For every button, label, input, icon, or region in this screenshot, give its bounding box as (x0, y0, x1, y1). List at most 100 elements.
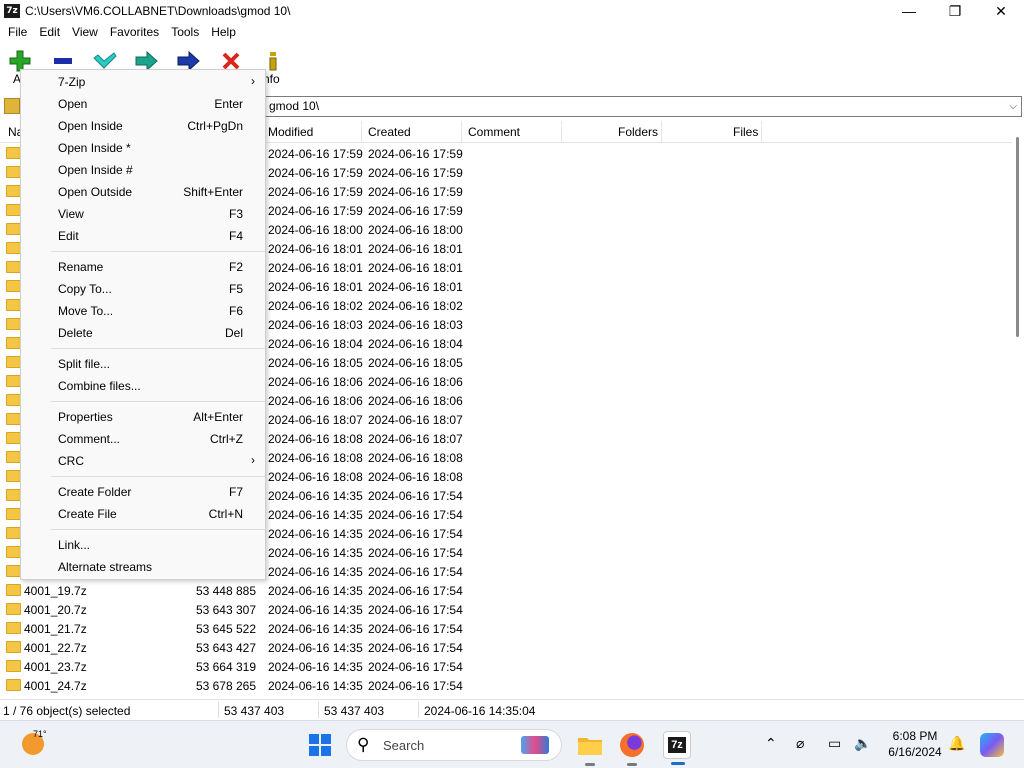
context-item-open-inside[interactable]: Open Inside * (21, 137, 265, 159)
file-size: 53 643 307 (195, 603, 256, 617)
context-item-open-inside[interactable]: Open Inside Ctrl+PgDn (21, 115, 265, 137)
chevron-up-icon[interactable]: ⌃ (765, 735, 777, 752)
context-item-label: Alternate streams (58, 560, 153, 574)
menu-separator (51, 348, 265, 349)
file-modified: 2024-06-16 18:05 (268, 356, 363, 370)
file-modified: 2024-06-16 18:01 (268, 242, 363, 256)
context-item-label: View (58, 207, 84, 221)
table-row[interactable]: 4001_20.7z 53 643 307 2024-06-16 14:35 2024… (0, 601, 1012, 620)
context-item-view[interactable]: View F3 (21, 203, 265, 225)
context-item-label: Create File (58, 507, 117, 521)
close-button[interactable]: ✕ (978, 0, 1024, 22)
taskbar-search[interactable]: ⚲ Search (346, 729, 562, 761)
context-item-edit[interactable]: Edit F4 (21, 225, 265, 247)
column-comment[interactable]: Comment (468, 125, 520, 139)
file-created: 2024-06-16 18:01 (368, 280, 463, 294)
column-modified[interactable]: Modified (268, 125, 313, 139)
column-folders[interactable]: Folders (618, 125, 658, 139)
folder-icon (6, 166, 21, 178)
folder-icon (6, 185, 21, 197)
copilot-icon[interactable] (980, 733, 1004, 757)
column-divider (661, 121, 662, 143)
file-size: 53 448 885 (195, 584, 256, 598)
context-item-label: Open (58, 97, 88, 111)
scrollbar-thumb[interactable] (1016, 137, 1019, 337)
minimize-button[interactable]: — (886, 0, 932, 22)
context-item-alternate-streams[interactable]: Alternate streams (21, 556, 265, 578)
column-files[interactable]: Files (733, 125, 758, 139)
display-icon[interactable]: ▭ (828, 735, 841, 752)
file-modified: 2024-06-16 14:35 (268, 508, 363, 522)
menu-view[interactable]: View (66, 25, 104, 39)
file-created: 2024-06-16 17:59 (368, 166, 463, 180)
file-name: 4001_23.7z (24, 660, 87, 674)
folder-icon (6, 508, 21, 520)
menu-edit[interactable]: Edit (33, 25, 66, 39)
folder-icon (6, 603, 21, 615)
folder-icon (6, 204, 21, 216)
folder-icon (6, 299, 21, 311)
7zip-taskbar-icon[interactable]: 7z (663, 731, 691, 765)
file-explorer-icon[interactable] (576, 731, 604, 766)
volume-icon[interactable]: 🔈 (854, 735, 871, 752)
maximize-button[interactable]: ❐ (932, 0, 978, 22)
menu-file[interactable]: File (2, 25, 33, 39)
status-bar: 1 / 76 object(s) selected 53 437 403 53 … (0, 699, 1024, 720)
file-modified: 2024-06-16 18:06 (268, 375, 363, 389)
menu-help[interactable]: Help (205, 25, 242, 39)
context-item-rename[interactable]: Rename F2 (21, 256, 265, 278)
folder-icon (6, 280, 21, 292)
context-item-create-folder[interactable]: Create Folder F7 (21, 481, 265, 503)
file-modified: 2024-06-16 18:02 (268, 299, 363, 313)
table-row[interactable]: 4001_23.7z 53 664 319 2024-06-16 14:35 2024… (0, 658, 1012, 677)
table-row[interactable]: 4001_22.7z 53 643 427 2024-06-16 14:35 2024… (0, 639, 1012, 658)
context-item-crc[interactable]: CRC › (21, 450, 265, 472)
clock[interactable]: 6:08 PM 6/16/2024 (880, 728, 950, 760)
context-item-move-to[interactable]: Move To... F6 (21, 300, 265, 322)
file-created: 2024-06-16 18:00 (368, 223, 463, 237)
column-divider (561, 121, 562, 143)
folder-up-icon[interactable] (4, 98, 20, 114)
context-item-link[interactable]: Link... (21, 534, 265, 556)
table-row[interactable]: 4001_19.7z 53 448 885 2024-06-16 14:35 2024… (0, 582, 1012, 601)
windows-start-icon[interactable] (309, 734, 331, 756)
firefox-icon[interactable] (618, 731, 646, 766)
context-item-label: Open Outside (58, 185, 133, 199)
notification-bell-icon[interactable]: 🔔 (948, 735, 965, 752)
network-disconnected-icon[interactable]: ⌀ (796, 735, 804, 752)
file-created: 2024-06-16 17:59 (368, 147, 463, 161)
menu-tools[interactable]: Tools (165, 25, 205, 39)
context-item-create-file[interactable]: Create File Ctrl+N (21, 503, 265, 525)
folder-icon (6, 527, 21, 539)
menu-favorites[interactable]: Favorites (104, 25, 165, 39)
context-item-combine-files[interactable]: Combine files... (21, 375, 265, 397)
context-item-7-zip[interactable]: 7-Zip › (21, 71, 265, 93)
context-item-comment[interactable]: Comment... Ctrl+Z (21, 428, 265, 450)
context-item-open-outside[interactable]: Open Outside Shift+Enter (21, 181, 265, 203)
folder-icon (6, 641, 21, 653)
context-item-label: CRC (58, 454, 84, 468)
context-menu: 7-Zip › Open Enter Open Inside Ctrl+PgDn Open … (20, 69, 266, 580)
context-item-properties[interactable]: Properties Alt+Enter (21, 406, 265, 428)
file-created: 2024-06-16 18:06 (368, 375, 463, 389)
context-item-delete[interactable]: Delete Del (21, 322, 265, 344)
menu-bar: File Edit View Favorites Tools Help (0, 22, 1024, 42)
context-item-label: Delete (58, 326, 93, 340)
context-item-copy-to[interactable]: Copy To... F5 (21, 278, 265, 300)
file-created: 2024-06-16 18:02 (368, 299, 463, 313)
context-item-open[interactable]: Open Enter (21, 93, 265, 115)
file-created: 2024-06-16 18:04 (368, 337, 463, 351)
vertical-scrollbar[interactable] (1012, 121, 1024, 697)
context-item-shortcut: F3 (228, 207, 243, 221)
table-row[interactable]: 4001_24.7z 53 678 265 2024-06-16 14:35 2024… (0, 677, 1012, 696)
context-item-label: Move To... (58, 304, 114, 318)
context-item-split-file[interactable]: Split file... (21, 353, 265, 375)
chevron-right-icon: › (251, 74, 255, 88)
table-row[interactable]: 4001_21.7z 53 645 522 2024-06-16 14:35 2024… (0, 620, 1012, 639)
running-indicator (627, 763, 637, 766)
chevron-down-icon[interactable]: ⌵ (1009, 97, 1017, 116)
file-created: 2024-06-16 17:54 (368, 489, 463, 503)
context-item-open-inside[interactable]: Open Inside # (21, 159, 265, 181)
column-created[interactable]: Created (368, 125, 411, 139)
context-item-shortcut: F6 (228, 304, 243, 318)
